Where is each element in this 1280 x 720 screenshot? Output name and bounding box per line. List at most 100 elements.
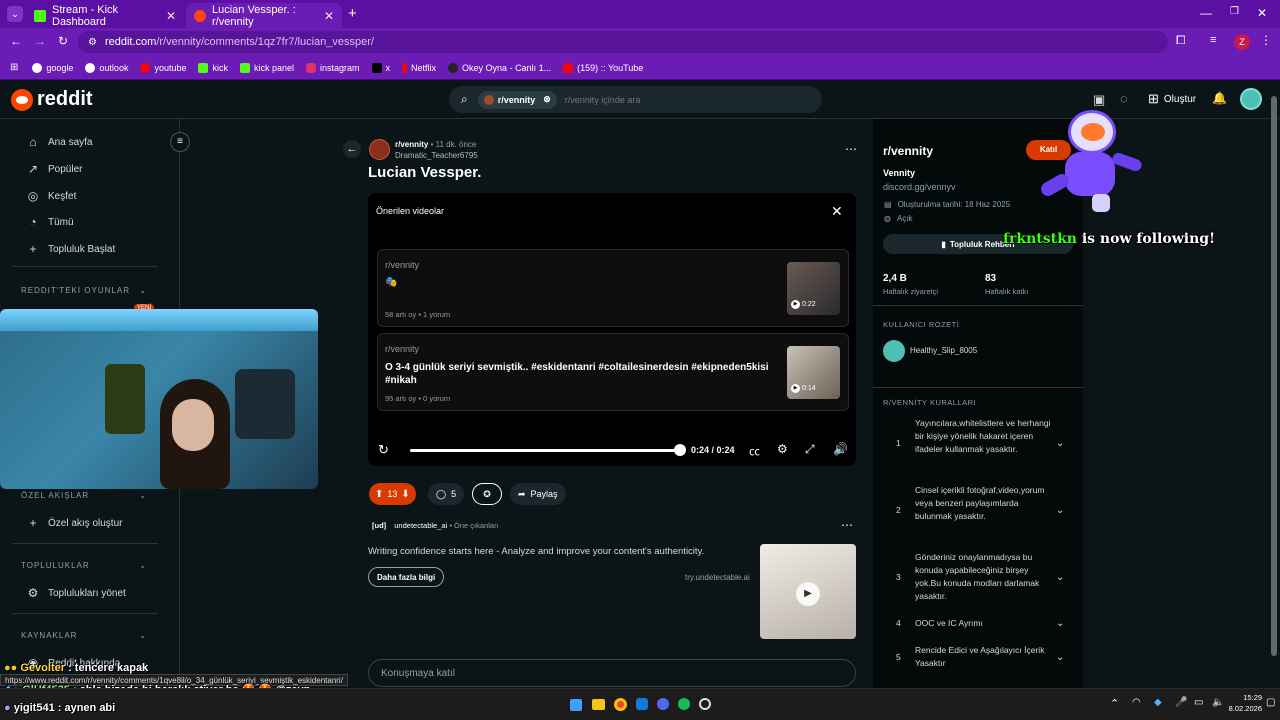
rule-item[interactable]: 4 OOC ve IC Ayrımı ⌄ bbox=[896, 617, 1076, 631]
video-thumbnail[interactable]: ▶ 0:14 bbox=[787, 346, 840, 399]
close-icon[interactable]: ✕ bbox=[324, 9, 334, 23]
badge-user-name[interactable]: Healthy_Slip_8005 bbox=[910, 346, 977, 355]
address-bar[interactable]: ⚙ reddit.com /r/vennity/comments/1qz7fr7… bbox=[78, 31, 1168, 53]
bookmark-youtube[interactable]: youtube bbox=[140, 62, 186, 73]
site-info-icon[interactable]: ⚙ bbox=[88, 37, 97, 48]
communities-header[interactable]: TOPLULUKLAR ⌄ bbox=[21, 561, 147, 570]
replay-icon[interactable]: ↻ bbox=[378, 442, 389, 458]
custom-feeds-header[interactable]: ÖZEL AKIŞLAR ⌄ bbox=[21, 491, 147, 500]
post-options-icon[interactable]: ⋯ bbox=[845, 142, 857, 156]
fullscreen-icon[interactable]: ⤢ bbox=[805, 442, 815, 457]
award-button[interactable]: ✪ bbox=[472, 483, 502, 505]
app-icon[interactable] bbox=[699, 698, 711, 710]
ad-advertiser[interactable]: undetectable_ai bbox=[394, 521, 447, 530]
sidebar-item-popular[interactable]: ↗ Popüler bbox=[26, 162, 83, 176]
ad-image[interactable]: ▶ bbox=[760, 544, 856, 639]
bookmark-netflix[interactable]: Netflix bbox=[402, 62, 436, 73]
downvote-icon[interactable]: ⬇ bbox=[401, 489, 409, 500]
reading-list-icon[interactable]: ≡ bbox=[1210, 34, 1216, 46]
maximize-button[interactable]: ❐ bbox=[1230, 6, 1239, 17]
volume-icon[interactable]: 🔊 bbox=[833, 442, 848, 456]
clock[interactable]: 15:29 8.02.2026 bbox=[1228, 692, 1262, 714]
file-explorer-icon[interactable] bbox=[592, 699, 605, 710]
menu-icon[interactable]: ⋮ bbox=[1260, 33, 1272, 47]
comments-button[interactable]: ◯ 5 bbox=[428, 483, 465, 505]
bookmark-instagram[interactable]: instagram bbox=[306, 62, 360, 73]
clear-icon[interactable]: ⊗ bbox=[543, 94, 551, 105]
notifications-icon[interactable]: ▢ bbox=[1266, 697, 1275, 708]
bookmark-kick[interactable]: kick bbox=[198, 62, 228, 73]
back-button[interactable]: ← bbox=[343, 140, 361, 158]
forward-icon[interactable]: → bbox=[34, 34, 46, 48]
comment-input[interactable]: Konuşmaya katıl bbox=[368, 659, 856, 687]
video-thumbnail[interactable]: ▶ 0:22 bbox=[787, 262, 840, 315]
rule-item[interactable]: 5 Rencide Edici ve Aşağılayıcı İçerik Yas… bbox=[896, 644, 1076, 672]
search-input[interactable] bbox=[564, 94, 765, 105]
profile-avatar[interactable]: Z bbox=[1234, 34, 1250, 50]
create-custom-feed[interactable]: + Özel akış oluştur bbox=[26, 516, 122, 530]
post-author[interactable]: Dramatic_Teacher6795 bbox=[395, 151, 478, 160]
recommended-video-card[interactable]: r/vennity O 3-4 günlük seriyi sevmiştik.… bbox=[377, 333, 849, 411]
bookmark-x[interactable]: x bbox=[371, 62, 390, 73]
close-icon[interactable]: ✕ bbox=[166, 9, 176, 23]
ad-domain[interactable]: try.undetectable.ai bbox=[685, 573, 750, 582]
minimize-button[interactable]: — bbox=[1200, 6, 1212, 20]
notification-bell-icon[interactable]: 🔔 bbox=[1212, 91, 1227, 105]
ads-icon[interactable]: ▣ bbox=[1093, 92, 1105, 108]
tab-reddit-post[interactable]: Lucian Vessper. : r/vennity ✕ bbox=[186, 3, 342, 28]
steam-icon[interactable] bbox=[636, 698, 648, 710]
video-player[interactable] bbox=[368, 193, 856, 466]
upvote-icon[interactable]: ⬆ bbox=[375, 489, 383, 500]
ad-cta-button[interactable]: Daha fazla bilgi bbox=[368, 567, 445, 587]
tray-steam-icon[interactable]: ◆ bbox=[1154, 697, 1162, 708]
close-window-button[interactable]: ✕ bbox=[1257, 6, 1267, 20]
user-avatar[interactable] bbox=[1240, 88, 1262, 110]
video-progress-knob[interactable] bbox=[674, 444, 686, 456]
headset-icon[interactable]: ◠ bbox=[1132, 697, 1141, 708]
sidebar-item-explore[interactable]: ◎ Keşfet bbox=[26, 189, 77, 203]
spotify-icon[interactable] bbox=[678, 698, 690, 710]
close-recommended-icon[interactable]: ✕ bbox=[831, 203, 843, 220]
page-scrollbar[interactable] bbox=[1270, 84, 1278, 684]
vote-control[interactable]: ⬆ 13 ⬇ bbox=[369, 483, 416, 505]
games-section-header[interactable]: REDDIT'TEKİ OYUNLAR ⌄ bbox=[21, 286, 147, 295]
search-bar[interactable]: ⌕ r/vennity ⊗ bbox=[449, 86, 822, 113]
community-link[interactable]: discord.gg/vennyv bbox=[883, 182, 956, 192]
sidebar-item-all[interactable]: ◔ Tümü bbox=[26, 215, 73, 229]
settings-icon[interactable]: ⚙ bbox=[777, 442, 788, 456]
reddit-logo[interactable]: reddit bbox=[11, 88, 93, 111]
create-post-button[interactable]: ⊞ Oluştur bbox=[1148, 91, 1196, 107]
back-icon[interactable]: ← bbox=[10, 34, 22, 48]
rule-item[interactable]: 1 Yayıncılara,whitelistlere ve herhangi b… bbox=[896, 417, 1076, 469]
subreddit-avatar[interactable] bbox=[369, 139, 390, 160]
sidebar-item-start-community[interactable]: + Topluluk Başlat bbox=[26, 242, 115, 256]
manage-communities[interactable]: ⚙ Toplulukları yönet bbox=[26, 586, 126, 600]
extensions-icon[interactable]: ⧠ bbox=[1176, 33, 1186, 48]
chrome-icon[interactable] bbox=[614, 698, 627, 711]
bookmark-okey[interactable]: Okey Oyna - Canlı 1... bbox=[448, 62, 551, 73]
video-progress-track[interactable] bbox=[410, 449, 680, 452]
apps-icon[interactable]: ⊞ bbox=[10, 62, 18, 73]
scrollbar-thumb[interactable] bbox=[1271, 96, 1277, 656]
new-tab-button[interactable]: + bbox=[348, 5, 357, 22]
rule-item[interactable]: 2 Cinsel içerikli fotoğraf,video,yorum ve… bbox=[896, 484, 1076, 536]
sidebar-item-home[interactable]: ⌂ Ana sayfa bbox=[26, 135, 92, 149]
share-button[interactable]: ➦ Paylaş bbox=[510, 483, 566, 505]
captions-icon[interactable]: ㏄ bbox=[749, 443, 760, 459]
bookmark-kick-panel[interactable]: kick panel bbox=[239, 62, 294, 73]
discord-icon[interactable] bbox=[657, 698, 669, 710]
network-icon[interactable]: ▭ bbox=[1194, 697, 1203, 708]
recommended-video-card[interactable]: r/vennity 🎭 58 artı oy • 1 yorum ▶ 0:22 bbox=[377, 249, 849, 327]
rule-item[interactable]: 3 Gönderiniz onaylanmadıysa bu konuda yap… bbox=[896, 551, 1076, 603]
collapse-sidebar-button[interactable]: ≡ bbox=[170, 132, 190, 152]
chat-icon[interactable]: ◌ bbox=[1120, 91, 1128, 106]
bookmark-youtube-2[interactable]: (159) :: YouTube bbox=[563, 62, 643, 73]
bookmark-google[interactable]: google bbox=[32, 62, 73, 73]
search-scope-chip[interactable]: r/vennity ⊗ bbox=[477, 90, 557, 109]
bookmark-outlook[interactable]: outlook bbox=[85, 62, 128, 73]
resources-header[interactable]: KAYNAKLAR ⌄ bbox=[21, 631, 147, 640]
tab-search-button[interactable]: ⌄ bbox=[7, 6, 23, 22]
tray-chevron-up-icon[interactable]: ⌃ bbox=[1110, 697, 1119, 710]
subreddit-link[interactable]: r/vennity bbox=[395, 140, 428, 149]
tab-kick-dashboard[interactable]: Stream - Kick Dashboard ✕ bbox=[26, 3, 184, 28]
